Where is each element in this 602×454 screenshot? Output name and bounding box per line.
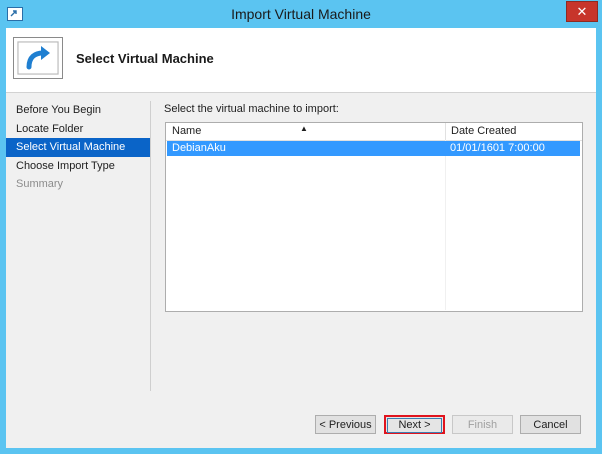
window-title: Import Virtual Machine <box>231 6 371 22</box>
column-name-label: Name <box>172 125 202 137</box>
cancel-button[interactable]: Cancel <box>520 415 581 434</box>
wizard-client-area: Select Virtual Machine Before You Begin … <box>6 28 596 448</box>
previous-button[interactable]: < Previous <box>315 415 376 434</box>
title-bar[interactable]: Import Virtual Machine ✕ <box>0 0 602 28</box>
column-date-label: Date Created <box>451 125 517 137</box>
close-button[interactable]: ✕ <box>566 1 598 22</box>
step-select-virtual-machine[interactable]: Select Virtual Machine <box>6 138 150 157</box>
step-summary: Summary <box>16 178 64 190</box>
vm-date-cell: 01/01/1601 7:00:00 <box>450 142 545 154</box>
close-icon: ✕ <box>576 3 588 19</box>
vm-name-cell: DebianAku <box>172 142 226 154</box>
step-locate-folder[interactable]: Locate Folder <box>6 120 150 139</box>
column-header-date-created[interactable]: Date Created <box>445 123 581 140</box>
step-before-you-begin[interactable]: Before You Begin <box>6 101 150 120</box>
column-divider <box>445 140 446 310</box>
select-prompt: Select the virtual machine to import: <box>164 103 339 115</box>
sort-ascending-icon: ▲ <box>300 124 308 133</box>
button-divider <box>6 399 596 400</box>
wizard-header: Select Virtual Machine <box>6 28 596 93</box>
wizard-steps: Before You Begin Locate Folder Select Vi… <box>6 101 150 194</box>
page-title: Select Virtual Machine <box>76 51 214 66</box>
wizard-body: Before You Begin Locate Folder Select Vi… <box>6 93 596 448</box>
steps-divider <box>150 101 151 391</box>
step-choose-import-type[interactable]: Choose Import Type <box>6 157 150 176</box>
import-vm-window: Import Virtual Machine ✕ Select Virtual … <box>0 0 602 454</box>
list-header: Name ▲ Date Created <box>166 123 582 141</box>
import-arrow-icon <box>13 37 63 79</box>
next-button[interactable]: Next > <box>384 415 445 434</box>
finish-button: Finish <box>452 415 513 434</box>
vm-list[interactable]: Name ▲ Date Created DebianAku 01/01/1601… <box>165 122 583 312</box>
next-button-label: Next > <box>387 418 442 433</box>
list-item[interactable]: DebianAku 01/01/1601 7:00:00 <box>167 141 580 156</box>
